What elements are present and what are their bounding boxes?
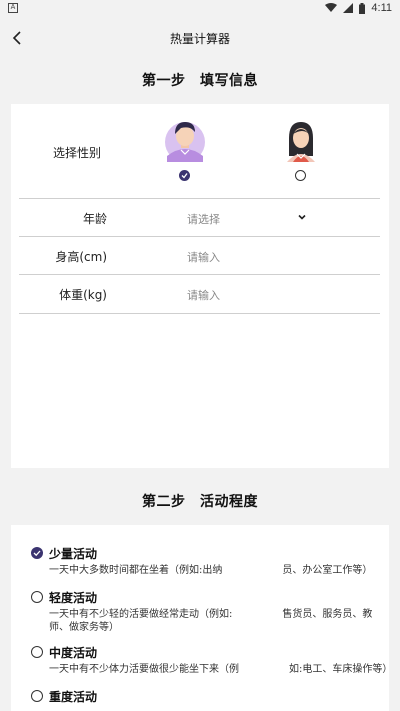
- gender-female-radio[interactable]: [295, 170, 306, 181]
- activity-desc: 一天中有不少轻的活要做经常走动（例如: 售货员、服务员、教师、做家务等）: [49, 609, 373, 633]
- height-input[interactable]: 请输入: [187, 249, 220, 265]
- age-row[interactable]: 年龄 请选择: [19, 198, 380, 236]
- activity-desc: 一天中有不少体力活要做很少能坐下来（例 如:电工、车床操作等）: [49, 664, 393, 675]
- activity-card: 少量活动 一天中大多数时间都在坐着（例如:出纳 员、办公室工作等） 轻度活动 一…: [11, 525, 393, 711]
- activity-radio[interactable]: [31, 591, 43, 603]
- activity-title: 重度活动: [49, 690, 98, 704]
- female-avatar-icon[interactable]: [279, 116, 323, 164]
- height-row[interactable]: 身高(cm) 请输入: [19, 236, 380, 274]
- chevron-down-icon[interactable]: [296, 211, 308, 223]
- age-select[interactable]: 请选择: [187, 211, 220, 227]
- step1-title: 第一步 填写信息: [142, 73, 258, 89]
- weight-row[interactable]: 体重(kg) 请输入: [19, 274, 380, 312]
- activity-title: 轻度活动: [49, 591, 98, 605]
- notification-icon: A: [8, 3, 18, 13]
- activity-title: 中度活动: [49, 646, 98, 660]
- age-label: 年龄: [82, 212, 107, 226]
- activity-radio[interactable]: [31, 690, 43, 702]
- status-icons: 4:11: [325, 2, 392, 14]
- gender-label: 选择性别: [53, 146, 102, 160]
- divider: [19, 313, 380, 314]
- status-time: 4:11: [371, 2, 392, 14]
- check-icon: [33, 550, 41, 557]
- gender-male-radio[interactable]: [179, 170, 190, 181]
- nav-bar: 热量计算器: [0, 22, 400, 54]
- check-icon: [181, 173, 188, 179]
- height-label: 身高(cm): [55, 250, 107, 264]
- activity-radio-selected[interactable]: [31, 547, 43, 559]
- wifi-icon: [325, 3, 338, 12]
- page-title: 热量计算器: [169, 32, 230, 46]
- activity-radio[interactable]: [31, 646, 43, 658]
- activity-desc: 一天中大多数时间都在坐着（例如:出纳 员、办公室工作等）: [49, 565, 373, 576]
- step2-title: 第二步 活动程度: [142, 494, 258, 510]
- battery-icon: [359, 2, 366, 14]
- status-bar: A 4:11: [0, 0, 400, 18]
- weight-input[interactable]: 请输入: [187, 287, 220, 303]
- male-avatar-icon[interactable]: [163, 116, 207, 164]
- info-card: 选择性别 年龄 请选择 身高(cm) 请输入 体重(kg) 请输入: [11, 104, 389, 468]
- signal-icon: [343, 3, 354, 13]
- activity-title: 少量活动: [49, 547, 98, 561]
- weight-label: 体重(kg): [59, 288, 107, 302]
